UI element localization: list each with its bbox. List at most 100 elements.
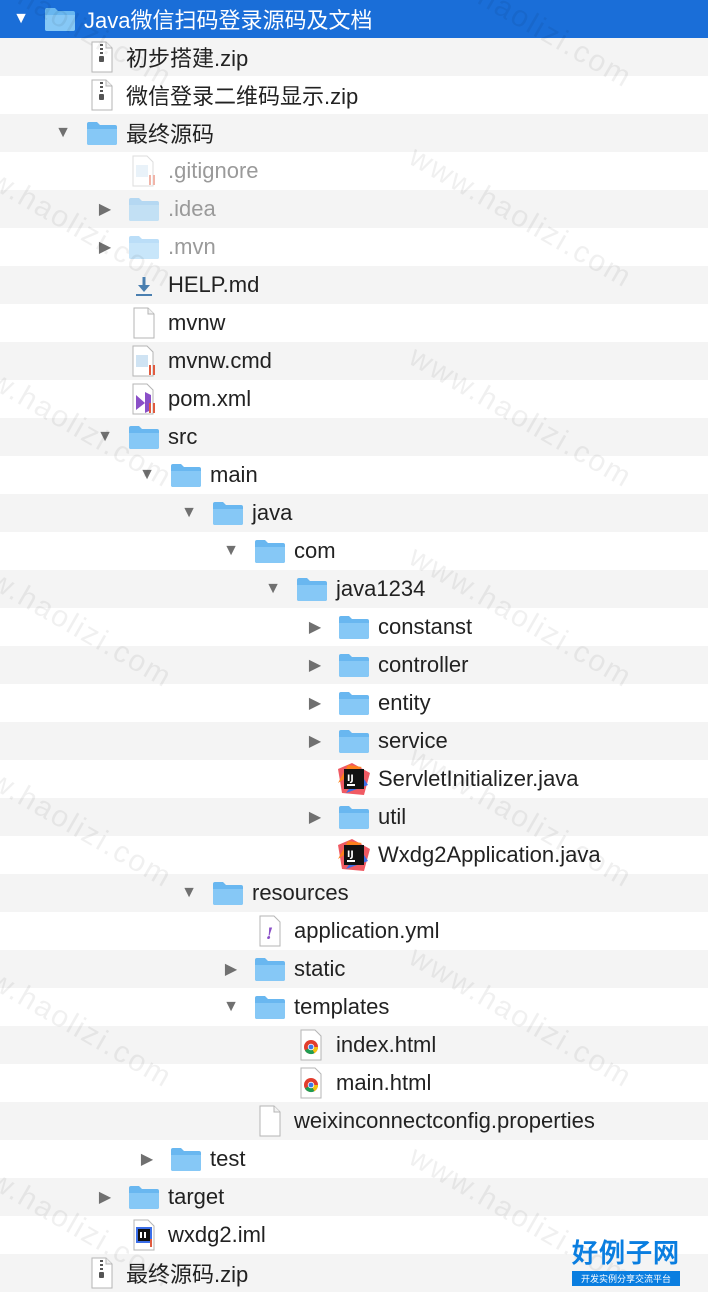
folder-icon xyxy=(254,535,286,567)
tree-row[interactable]: .gitignore xyxy=(0,152,708,190)
intellij-file-icon: IJ xyxy=(338,763,370,795)
disclosure-collapsed-icon[interactable]: ▶ xyxy=(94,1186,116,1208)
disclosure-collapsed-icon[interactable]: ▶ xyxy=(304,616,326,638)
tree-row[interactable]: ▼ Java微信扫码登录源码及文档 xyxy=(0,0,708,38)
disclosure-collapsed-icon[interactable]: ▶ xyxy=(94,236,116,258)
tree-row[interactable]: main.html xyxy=(0,1064,708,1102)
folder-icon xyxy=(212,877,244,909)
disclosure-expanded-icon[interactable]: ▼ xyxy=(178,502,200,524)
tree-row[interactable]: mvnw xyxy=(0,304,708,342)
tree-row-label: constanst xyxy=(378,614,473,639)
tree-row[interactable]: weixinconnectconfig.properties xyxy=(0,1102,708,1140)
tree-row[interactable]: pom.xml xyxy=(0,380,708,418)
markdown-file-icon xyxy=(128,269,160,301)
tree-row[interactable]: ▶ constanst xyxy=(0,608,708,646)
tree-row-label: HELP.md xyxy=(168,272,260,297)
yml-file-icon: ! xyxy=(254,915,286,947)
tree-row[interactable]: ▶ service xyxy=(0,722,708,760)
tree-row-label: mvnw.cmd xyxy=(168,348,272,373)
disclosure-expanded-icon[interactable]: ▼ xyxy=(220,540,242,562)
zip-icon xyxy=(86,79,118,111)
tree-row-label: target xyxy=(168,1184,225,1209)
tree-row[interactable]: ▼ resources xyxy=(0,874,708,912)
chrome-html-icon xyxy=(296,1029,328,1061)
tree-row-label: service xyxy=(378,728,448,753)
tree-row[interactable]: ▶ .mvn xyxy=(0,228,708,266)
disclosure-expanded-icon[interactable]: ▼ xyxy=(262,578,284,600)
tree-row[interactable]: ▶ entity xyxy=(0,684,708,722)
folder-icon xyxy=(338,649,370,681)
text-file-icon xyxy=(128,345,160,377)
disclosure-collapsed-icon[interactable]: ▶ xyxy=(220,958,242,980)
disclosure-expanded-icon[interactable]: ▼ xyxy=(178,882,200,904)
tree-row-label: 最终源码 xyxy=(126,122,215,147)
tree-row[interactable]: ▶ controller xyxy=(0,646,708,684)
tree-row[interactable]: ▼ java1234 xyxy=(0,570,708,608)
tree-row-label: entity xyxy=(378,690,431,715)
tree-row[interactable]: ! application.yml xyxy=(0,912,708,950)
tree-row[interactable]: HELP.md xyxy=(0,266,708,304)
tree-row-label: static xyxy=(294,956,346,981)
tree-row[interactable]: IJ Wxdg2Application.java xyxy=(0,836,708,874)
tree-row-label: pom.xml xyxy=(168,386,252,411)
tree-row[interactable]: ▶ test xyxy=(0,1140,708,1178)
tree-row[interactable]: 初步搭建.zip xyxy=(0,38,708,76)
folder-icon xyxy=(296,573,328,605)
tree-row[interactable]: IJ ServletInitializer.java xyxy=(0,760,708,798)
tree-row[interactable]: ▼ 最终源码 xyxy=(0,114,708,152)
text-file-icon xyxy=(128,155,160,187)
tree-row-label: 初步搭建.zip xyxy=(126,46,249,71)
disclosure-expanded-icon[interactable]: ▼ xyxy=(136,464,158,486)
disclosure-expanded-icon[interactable]: ▼ xyxy=(220,996,242,1018)
tree-row[interactable]: ▼ java xyxy=(0,494,708,532)
folder-icon xyxy=(128,421,160,453)
tree-row[interactable]: ▼ com xyxy=(0,532,708,570)
folder-icon xyxy=(338,725,370,757)
zip-icon xyxy=(86,1257,118,1289)
tree-row-label: mvnw xyxy=(168,310,226,335)
tree-row-label: 最终源码.zip xyxy=(126,1262,249,1287)
tree-row-label: templates xyxy=(294,994,390,1019)
disclosure-collapsed-icon[interactable]: ▶ xyxy=(304,806,326,828)
disclosure-collapsed-icon[interactable]: ▶ xyxy=(304,692,326,714)
tree-row[interactable]: ▶ static xyxy=(0,950,708,988)
disclosure-collapsed-icon[interactable]: ▶ xyxy=(304,730,326,752)
disclosure-collapsed-icon[interactable]: ▶ xyxy=(94,198,116,220)
folder-icon xyxy=(128,231,160,263)
intellij-file-icon: IJ xyxy=(338,839,370,871)
folder-icon xyxy=(128,1181,160,1213)
brand-logo: 好例子网 开发实例分享交流平台 xyxy=(571,1239,680,1286)
disclosure-expanded-icon[interactable]: ▼ xyxy=(10,8,32,30)
tree-row[interactable]: ▶ util xyxy=(0,798,708,836)
svg-text:IJ: IJ xyxy=(347,774,354,784)
tree-row[interactable]: ▶ target xyxy=(0,1178,708,1216)
folder-icon xyxy=(128,193,160,225)
tree-row-label: java xyxy=(252,500,293,525)
tree-row[interactable]: ▼ src xyxy=(0,418,708,456)
tree-row[interactable]: index.html xyxy=(0,1026,708,1064)
brand-tagline: 开发实例分享交流平台 xyxy=(571,1271,680,1286)
tree-row-label: Wxdg2Application.java xyxy=(378,842,601,867)
tree-row[interactable]: 微信登录二维码显示.zip xyxy=(0,76,708,114)
file-tree: ▼ Java微信扫码登录源码及文档初步搭建.zip 微信登录二维码显示.zip ▼ 最终… xyxy=(0,0,708,1292)
folder-icon xyxy=(44,3,76,35)
tree-row[interactable]: mvnw.cmd xyxy=(0,342,708,380)
tree-row[interactable]: ▼ main xyxy=(0,456,708,494)
chrome-html-icon xyxy=(296,1067,328,1099)
tree-row[interactable]: ▼ templates xyxy=(0,988,708,1026)
tree-row[interactable]: ▶ .idea xyxy=(0,190,708,228)
svg-text:!: ! xyxy=(266,924,273,943)
tree-row-label: controller xyxy=(378,652,469,677)
disclosure-collapsed-icon[interactable]: ▶ xyxy=(304,654,326,676)
tree-row-label: ServletInitializer.java xyxy=(378,766,579,791)
disclosure-expanded-icon[interactable]: ▼ xyxy=(94,426,116,448)
disclosure-expanded-icon[interactable]: ▼ xyxy=(52,122,74,144)
disclosure-collapsed-icon[interactable]: ▶ xyxy=(136,1148,158,1170)
tree-row-label: weixinconnectconfig.properties xyxy=(294,1108,595,1133)
